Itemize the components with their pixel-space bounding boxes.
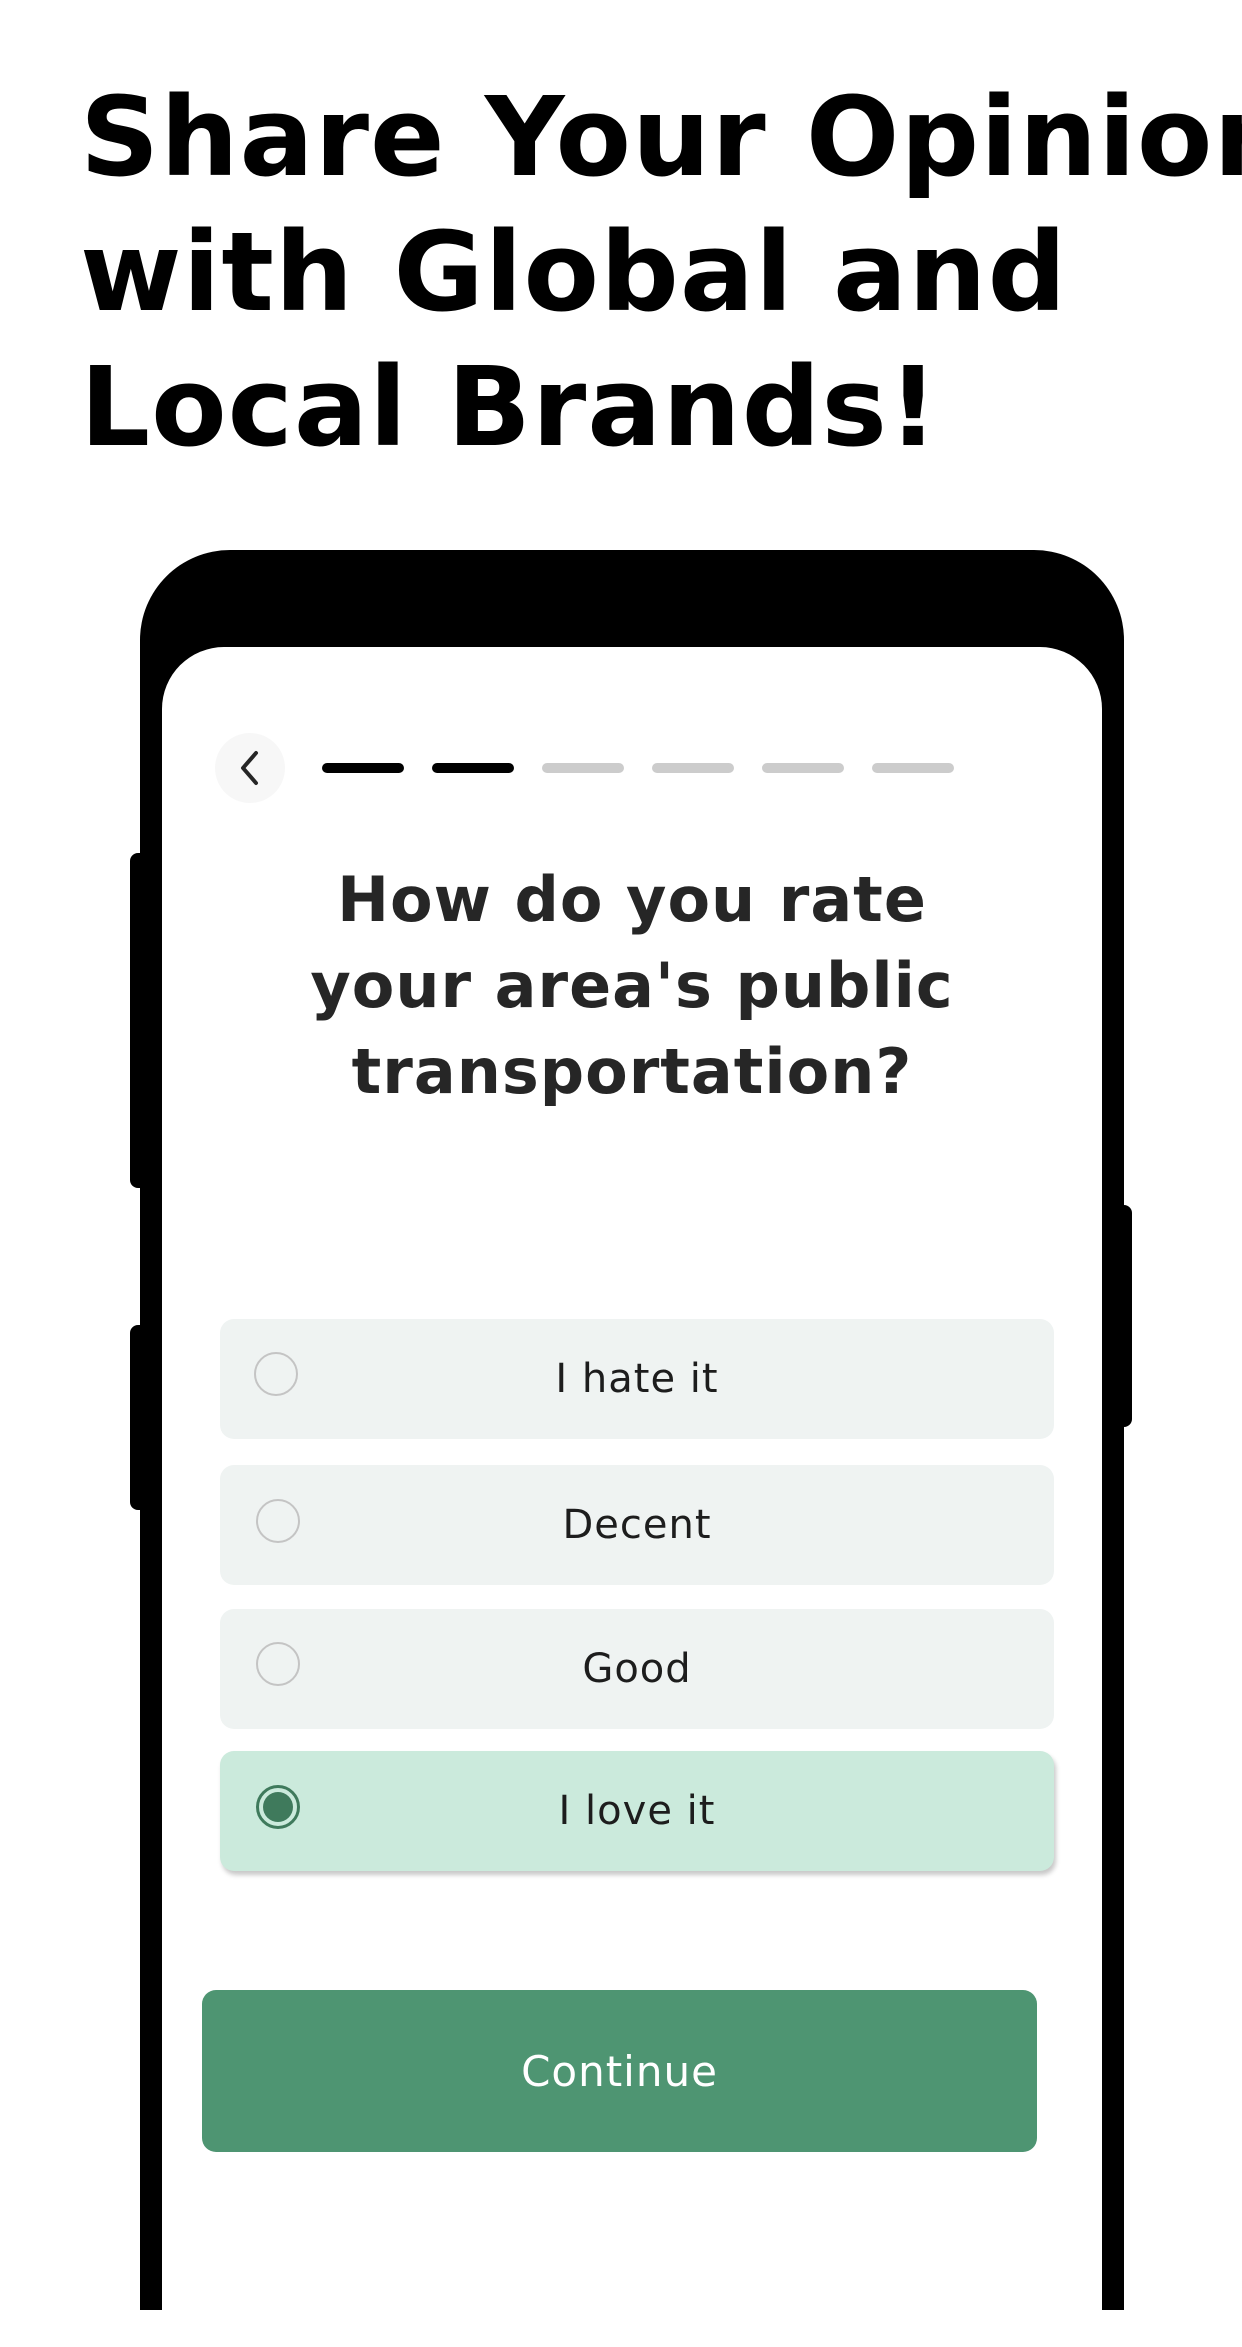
progress-step-pending [872, 763, 954, 773]
option-i-hate-it[interactable]: I hate it [220, 1319, 1054, 1439]
phone-screen: How do you rate your area's public trans… [162, 647, 1102, 2347]
chevron-left-icon [241, 751, 258, 785]
progress-step-pending [542, 763, 624, 773]
question-line: your area's public [310, 949, 954, 1022]
continue-button[interactable]: Continue [202, 1990, 1037, 2152]
question-line: How do you rate [337, 863, 927, 936]
option-i-love-it[interactable]: I love it [220, 1751, 1054, 1871]
question-line: transportation? [351, 1035, 913, 1108]
progress-step-complete [322, 763, 404, 773]
survey-question: How do you rate your area's public trans… [222, 857, 1042, 1115]
headline-line: Share Your Opinions [80, 73, 1242, 201]
progress-step-pending [652, 763, 734, 773]
headline-line: with Global and [80, 208, 1068, 336]
progress-step-pending [762, 763, 844, 773]
option-label: Decent [562, 1502, 712, 1548]
progress-step-complete [432, 763, 514, 773]
back-button[interactable] [215, 733, 285, 803]
option-label: I hate it [555, 1356, 719, 1402]
option-label: Good [582, 1646, 692, 1692]
promo-headline: Share Your Opinions with Global and Loca… [80, 70, 1242, 475]
option-label: I love it [558, 1788, 716, 1834]
headline-line: Local Brands! [80, 343, 940, 471]
option-decent[interactable]: Decent [220, 1465, 1054, 1585]
option-good[interactable]: Good [220, 1609, 1054, 1729]
